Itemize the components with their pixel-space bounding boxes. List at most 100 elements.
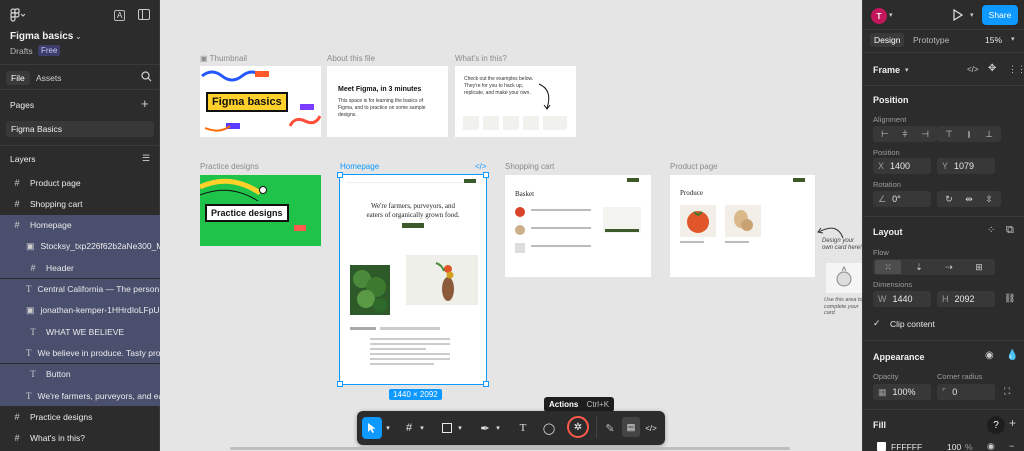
layer-item[interactable]: # What's in this?: [0, 428, 160, 449]
code-icon[interactable]: </>: [475, 162, 487, 171]
layer-item[interactable]: # Header: [0, 257, 160, 279]
help-button[interactable]: ?: [987, 416, 1005, 434]
resize-handle[interactable]: [483, 172, 489, 178]
resize-handle[interactable]: [337, 381, 343, 387]
frame-label-product[interactable]: Product page: [670, 162, 718, 171]
layer-item[interactable]: # Product page: [0, 172, 160, 193]
design-mode-icon[interactable]: ▤: [622, 417, 640, 437]
pen-tool-icon[interactable]: ✒: [478, 418, 492, 438]
frame-label-whats-in[interactable]: What's in this?: [455, 54, 507, 63]
flow-vertical-icon[interactable]: ⇣: [909, 259, 929, 275]
code-icon[interactable]: </>: [967, 65, 979, 74]
tab-file[interactable]: File: [6, 71, 30, 85]
layer-item[interactable]: # Practice designs: [0, 406, 160, 427]
tab-design[interactable]: Design: [870, 33, 905, 47]
frame-tool-icon[interactable]: #: [402, 418, 416, 438]
tab-prototype[interactable]: Prototype: [913, 35, 949, 45]
auto-layout-icon[interactable]: ⧉: [1006, 224, 1014, 237]
present-play-icon[interactable]: [953, 8, 964, 23]
flow-free-icon[interactable]: ⁙: [878, 259, 898, 275]
layer-item[interactable]: T WHAT WE BELIEVE: [0, 321, 160, 343]
frame-type[interactable]: Frame: [873, 65, 900, 75]
fill-hex[interactable]: FFFFFF: [891, 442, 922, 451]
rectangle-tool-icon[interactable]: [440, 418, 454, 438]
shopping-cart-frame[interactable]: Basket: [505, 175, 651, 277]
chevron-down-icon[interactable]: ▾: [970, 11, 974, 19]
layer-item[interactable]: # Shopping cart: [0, 193, 160, 214]
component-icon[interactable]: ✥: [988, 63, 996, 74]
chevron-down-icon[interactable]: ▾: [1011, 35, 1015, 43]
product-frame[interactable]: Produce: [670, 175, 815, 277]
clip-content-label[interactable]: Clip content: [890, 319, 935, 329]
chevron-down-icon[interactable]: ▾: [494, 418, 502, 438]
chevron-down-icon[interactable]: ▾: [905, 66, 909, 74]
checkbox-icon[interactable]: ✓: [873, 318, 881, 329]
avatar[interactable]: T: [871, 8, 887, 24]
align-top-icon[interactable]: ⊤: [939, 126, 959, 142]
chevron-down-icon[interactable]: ⌄: [75, 32, 82, 41]
text-tool-icon[interactable]: T: [516, 418, 530, 438]
blend-mode-icon[interactable]: 💧: [1006, 350, 1018, 361]
thumbnail-frame[interactable]: Figma basics: [200, 66, 321, 137]
chevron-down-icon[interactable]: ▾: [889, 11, 893, 19]
chevron-down-icon[interactable]: ▾: [384, 418, 392, 438]
panel-toggle-icon[interactable]: [138, 9, 150, 20]
frame-label-homepage[interactable]: Homepage: [340, 162, 379, 171]
add-fill-icon[interactable]: +: [1009, 417, 1016, 429]
sample-card[interactable]: [826, 263, 862, 293]
remove-fill-icon[interactable]: −: [1009, 441, 1014, 451]
flip-vertical-icon[interactable]: ⇳: [979, 191, 999, 207]
layer-item[interactable]: ▣ jonathan-kemper-1HHrdIoLFpU-u: [0, 299, 160, 321]
figma-menu-icon[interactable]: [10, 8, 26, 24]
resize-handle[interactable]: [337, 172, 343, 178]
rotate-90-icon[interactable]: ↻: [939, 191, 959, 207]
frame-settings-icon[interactable]: ⋮⋮: [1008, 64, 1024, 75]
corner-radius-input[interactable]: ⌜ 0: [937, 384, 995, 400]
align-center-h-icon[interactable]: ⫩: [895, 126, 915, 142]
chevron-down-icon[interactable]: ▾: [456, 418, 464, 438]
tab-assets[interactable]: Assets: [36, 73, 62, 83]
chevron-down-icon[interactable]: ▾: [418, 418, 426, 438]
flow-horizontal-icon[interactable]: ⇢: [939, 259, 959, 275]
layer-item[interactable]: ▣ Stocksy_txp226f62b2aNe300_Me: [0, 235, 160, 257]
flip-horizontal-icon[interactable]: ⇹: [959, 191, 979, 207]
file-title[interactable]: Figma basics: [10, 31, 73, 42]
about-frame[interactable]: Meet Figma, in 3 minutes This space is f…: [327, 66, 448, 137]
move-tool-icon[interactable]: [362, 417, 382, 439]
layers-menu-icon[interactable]: ☰: [142, 153, 150, 164]
canvas[interactable]: ▣ Thumbnail About this file What's in th…: [160, 0, 862, 451]
align-bottom-icon[interactable]: ⊥: [979, 126, 999, 142]
frame-label-practice[interactable]: Practice designs: [200, 162, 259, 171]
y-position-input[interactable]: Y 1079: [937, 158, 995, 174]
width-input[interactable]: W 1440: [873, 291, 931, 307]
opacity-input[interactable]: ▦ 100%: [873, 384, 931, 400]
whats-in-frame[interactable]: Check out the examples below. They're fo…: [455, 66, 576, 137]
align-right-icon[interactable]: ⊣: [915, 126, 935, 142]
layer-item[interactable]: # Homepage: [0, 214, 160, 236]
rotation-input[interactable]: ∠ 0°: [873, 191, 931, 207]
share-button[interactable]: Share: [982, 5, 1018, 25]
page-item-figma-basics[interactable]: Figma Basics: [6, 121, 154, 137]
eye-icon[interactable]: ◉: [985, 350, 994, 361]
fill-swatch[interactable]: [877, 442, 886, 451]
layer-item[interactable]: T We believe in produce. Tasty proc: [0, 342, 160, 364]
frame-label-thumbnail[interactable]: ▣ Thumbnail: [200, 54, 247, 63]
layer-item[interactable]: T Button: [0, 363, 160, 385]
draw-mode-icon[interactable]: ✎: [602, 418, 618, 438]
practice-frame[interactable]: Practice designs: [200, 175, 321, 246]
align-left-icon[interactable]: ⊢: [875, 126, 895, 142]
constrain-proportions-icon[interactable]: ⛓: [1004, 293, 1015, 304]
horizontal-scrollbar[interactable]: [230, 447, 790, 450]
dev-mode-icon[interactable]: </>: [642, 418, 660, 438]
frame-label-cart[interactable]: Shopping cart: [505, 162, 554, 171]
x-position-input[interactable]: X 1400: [873, 158, 931, 174]
drafts-label[interactable]: Drafts: [10, 46, 33, 56]
actions-icon[interactable]: ✲: [567, 416, 589, 438]
comment-tool-icon[interactable]: ◯: [542, 418, 556, 438]
independent-corners-icon[interactable]: ⛶: [1004, 386, 1010, 397]
resize-handle[interactable]: [483, 381, 489, 387]
add-page-icon[interactable]: +: [141, 97, 149, 110]
align-middle-icon[interactable]: ⫾: [959, 126, 979, 142]
frame-label-about[interactable]: About this file: [327, 54, 375, 63]
layer-item[interactable]: T Central California — The person v: [0, 278, 160, 300]
